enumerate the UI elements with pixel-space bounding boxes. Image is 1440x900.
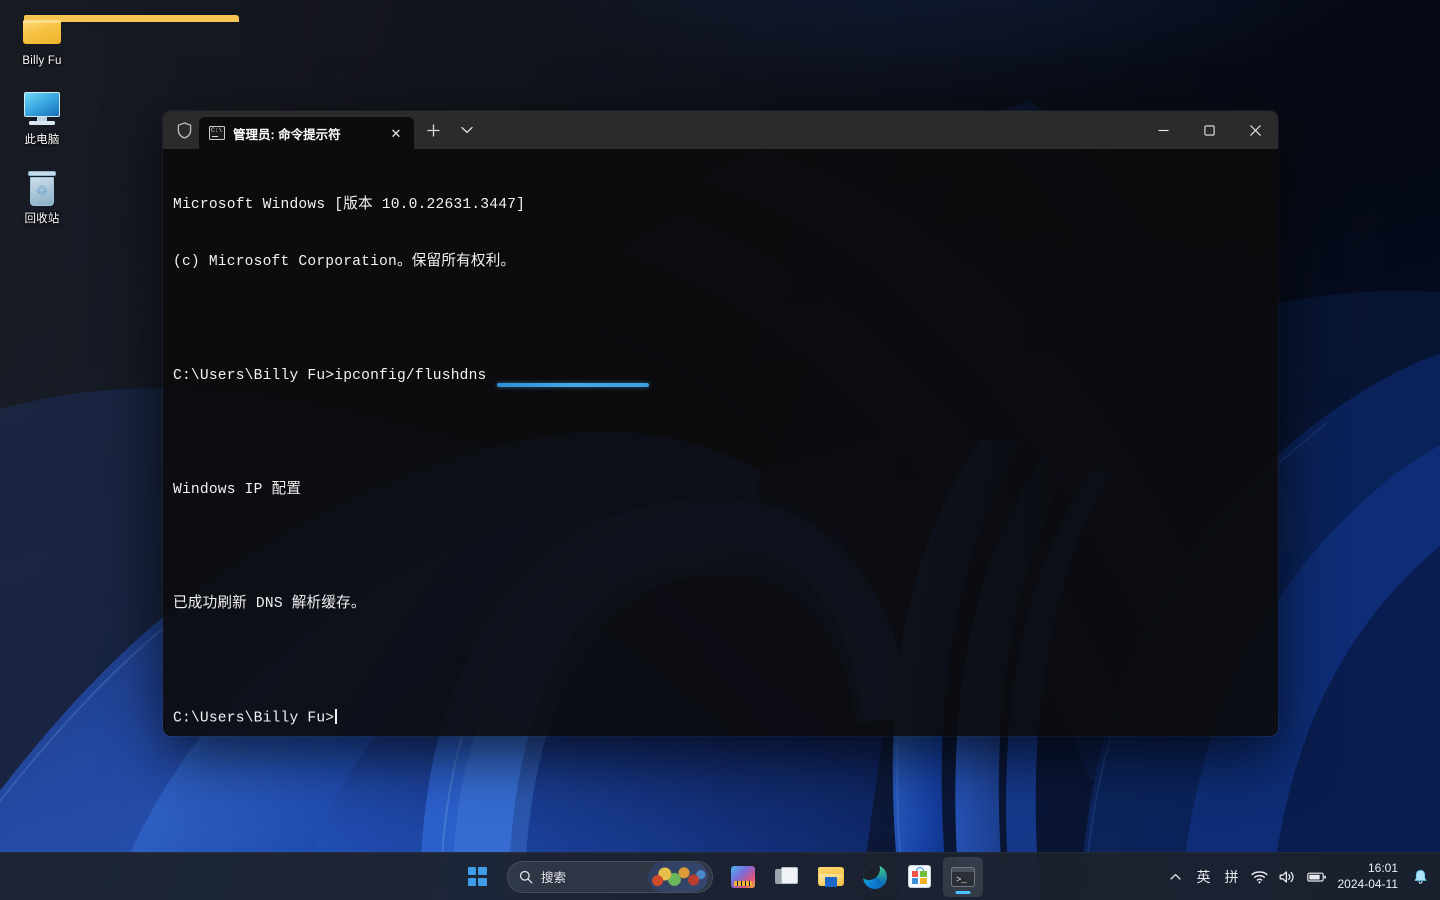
console-blank-line: [173, 424, 1278, 443]
folder-icon: [22, 10, 62, 50]
cmd-icon: [209, 126, 225, 140]
this-pc-icon: [22, 89, 62, 129]
tray-volume-button[interactable]: [1274, 859, 1302, 895]
minimize-button[interactable]: [1140, 111, 1186, 149]
title-bar-left: [163, 111, 199, 149]
file-explorer-icon: [818, 866, 844, 887]
taskbar[interactable]: 搜索: [0, 852, 1440, 900]
task-view-icon: [775, 867, 799, 887]
system-tray: 英 拼: [1162, 853, 1440, 900]
console-line: Windows IP 配置: [173, 481, 1278, 500]
microsoft-store-icon: [908, 865, 931, 888]
console-prompt: C:\Users\Billy Fu>: [173, 711, 334, 727]
ime-language-indicator[interactable]: 英: [1190, 859, 1218, 895]
clock-time: 16:01: [1368, 861, 1398, 877]
console-blank-line: [173, 310, 1278, 329]
taskbar-item-file-explorer[interactable]: [811, 857, 851, 897]
start-button[interactable]: [457, 857, 497, 897]
title-bar-drag-area[interactable]: [482, 111, 1140, 149]
tray-overflow-button[interactable]: [1162, 859, 1190, 895]
new-tab-button[interactable]: [418, 115, 448, 145]
recycle-bin-icon: ♲: [22, 168, 62, 208]
console-prompt-line: C:\Users\Billy Fu>: [173, 709, 1278, 728]
search-icon: [519, 870, 533, 884]
desktop-icon-label: 回收站: [24, 213, 59, 226]
tray-network-button[interactable]: [1246, 859, 1274, 895]
command-prompt-window[interactable]: 管理员: 命令提示符 ✕: [163, 111, 1278, 736]
taskbar-item-edge[interactable]: [855, 857, 895, 897]
clock[interactable]: 16:01 2024-04-11: [1332, 857, 1407, 897]
console-blank-line: [173, 538, 1278, 557]
chevron-down-icon[interactable]: [452, 115, 482, 145]
console-line: 已成功刷新 DNS 解析缓存。: [173, 595, 1278, 614]
desktop-icon-this-pc[interactable]: 此电脑: [6, 85, 78, 150]
taskbar-item-task-view[interactable]: [767, 857, 807, 897]
speaker-icon: [1279, 870, 1296, 884]
console-command-line: C:\Users\Billy Fu>ipconfig/flushdns: [173, 367, 1278, 386]
desktop-icon-recycle-bin[interactable]: ♲ 回收站: [6, 164, 78, 229]
bell-icon: [1413, 869, 1428, 885]
title-bar[interactable]: 管理员: 命令提示符 ✕: [163, 111, 1278, 149]
taskbar-center-group: 搜索: [457, 853, 983, 900]
desktop-icon-label: Billy Fu: [22, 55, 61, 68]
tray-battery-button[interactable]: [1302, 859, 1332, 895]
widgets-icon: [731, 866, 755, 888]
search-placeholder: 搜索: [541, 867, 640, 886]
edge-icon: [863, 865, 887, 889]
close-button[interactable]: [1232, 111, 1278, 149]
desktop-icon-label: 此电脑: [24, 134, 59, 147]
taskbar-item-microsoft-store[interactable]: [899, 857, 939, 897]
console-line: Microsoft Windows [版本 10.0.22631.3447]: [173, 196, 1278, 215]
windows-logo-icon: [468, 867, 487, 886]
battery-icon: [1307, 871, 1327, 883]
console-line: (c) Microsoft Corporation。保留所有权利。: [173, 253, 1278, 272]
taskbar-item-widgets[interactable]: [723, 857, 763, 897]
tab-close-icon[interactable]: ✕: [386, 123, 406, 143]
text-caret: [335, 709, 337, 724]
taskbar-item-terminal[interactable]: >_: [943, 857, 983, 897]
clock-date: 2024-04-11: [1338, 877, 1399, 893]
terminal-tab[interactable]: 管理员: 命令提示符 ✕: [199, 117, 414, 149]
command-highlight-underline: [497, 383, 649, 387]
window-controls: [1140, 111, 1278, 149]
desktop-icon-list: Billy Fu 此电脑 ♲ 回收站: [6, 6, 84, 230]
desktop-icon-billy-fu[interactable]: Billy Fu: [6, 6, 78, 71]
terminal-icon: >_: [951, 867, 975, 887]
search-box[interactable]: 搜索: [507, 861, 713, 893]
console-output-area[interactable]: Microsoft Windows [版本 10.0.22631.3447] (…: [163, 149, 1278, 736]
desktop[interactable]: Billy Fu 此电脑 ♲ 回收站: [0, 0, 1440, 900]
notification-button[interactable]: [1406, 862, 1434, 892]
shield-icon[interactable]: [169, 115, 199, 145]
chevron-up-icon: [1170, 873, 1181, 881]
active-app-indicator: [956, 891, 971, 894]
console-blank-line: [173, 652, 1278, 671]
wifi-icon: [1251, 870, 1268, 884]
search-highlight-image: [648, 862, 708, 892]
tab-title: 管理员: 命令提示符: [233, 124, 378, 143]
maximize-button[interactable]: [1186, 111, 1232, 149]
ime-mode-indicator[interactable]: 拼: [1218, 859, 1246, 895]
